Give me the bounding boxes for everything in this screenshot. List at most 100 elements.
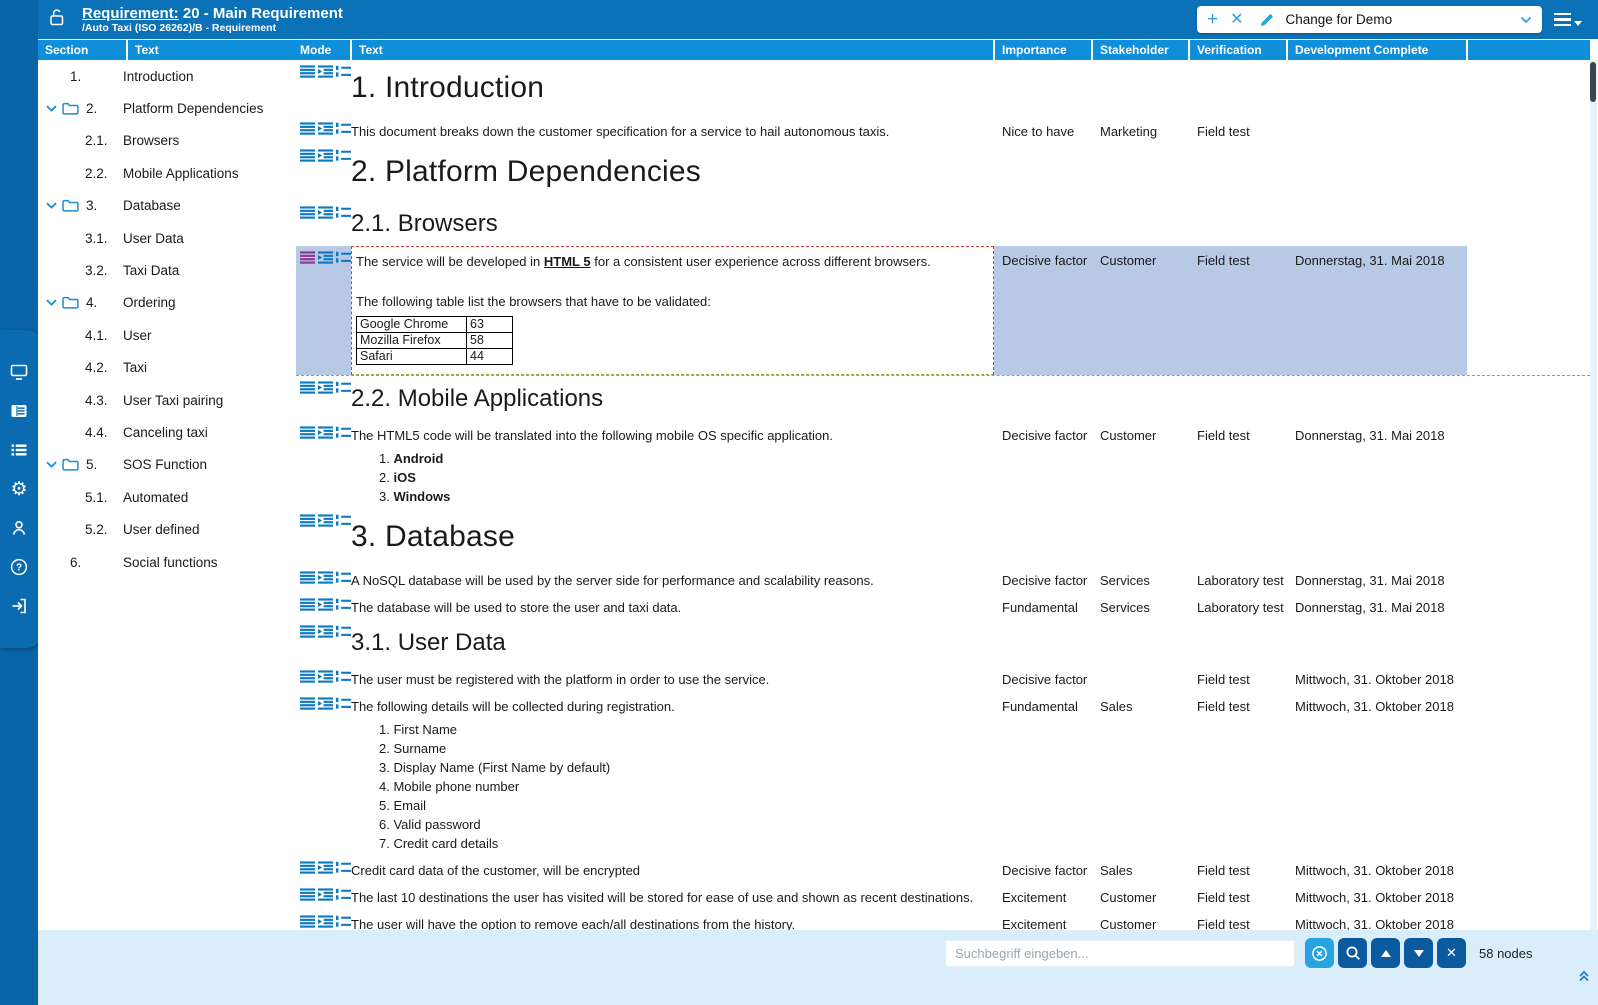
requirement-text-cell[interactable]: 1. Introduction <box>351 60 994 117</box>
development-complete-cell[interactable]: Mittwoch, 31. Oktober 2018 <box>1287 910 1467 930</box>
table-row[interactable]: 2. Platform Dependencies <box>296 144 1590 201</box>
mode-justify-icon[interactable] <box>300 915 315 928</box>
stakeholder-cell[interactable]: Customer <box>1092 421 1189 509</box>
mode-numbered-list-icon[interactable] <box>336 206 351 219</box>
gear-icon[interactable]: ⚙ <box>9 479 29 499</box>
collapse-footer-button[interactable] <box>1577 968 1591 982</box>
mode-indent-icon[interactable] <box>318 888 333 901</box>
importance-cell[interactable] <box>994 60 1092 117</box>
requirement-text-cell[interactable]: Credit card data of the customer, will b… <box>351 856 994 883</box>
requirement-text-cell[interactable]: The following details will be collected … <box>351 692 994 856</box>
mode-indent-icon[interactable] <box>318 514 333 527</box>
stakeholder-cell[interactable]: Customer <box>1092 883 1189 910</box>
tree-row[interactable]: 4.1. User <box>38 319 288 351</box>
stakeholder-cell[interactable]: Customer <box>1092 910 1189 930</box>
requirement-text-cell[interactable]: The user must be registered with the pla… <box>351 665 994 692</box>
importance-cell[interactable] <box>994 144 1092 201</box>
tree-row[interactable]: 2.2. Mobile Applications <box>38 157 288 189</box>
tree-row[interactable]: 4.4. Canceling taxi <box>38 416 288 448</box>
importance-cell[interactable]: Fundamental <box>994 593 1092 620</box>
mode-numbered-list-icon[interactable] <box>336 571 351 584</box>
verification-cell[interactable]: Field test <box>1189 117 1287 144</box>
mode-justify-icon[interactable] <box>300 65 315 78</box>
tree-row[interactable]: 1. Introduction <box>38 60 288 92</box>
development-complete-cell[interactable]: Mittwoch, 31. Oktober 2018 <box>1287 665 1467 692</box>
tree-row[interactable]: 2.1. Browsers <box>38 125 288 157</box>
user-icon[interactable] <box>9 518 29 538</box>
mode-numbered-list-icon[interactable] <box>336 915 351 928</box>
verification-cell[interactable] <box>1189 144 1287 201</box>
mode-justify-icon[interactable] <box>300 149 315 162</box>
search-button[interactable] <box>1338 938 1367 968</box>
mode-numbered-list-icon[interactable] <box>336 122 351 135</box>
remove-baseline-button[interactable]: ✕ <box>1230 12 1243 28</box>
importance-cell[interactable] <box>994 201 1092 246</box>
chevron-down-icon[interactable] <box>46 299 57 306</box>
mode-indent-icon[interactable] <box>318 149 333 162</box>
requirement-text-cell[interactable]: 3. Database <box>351 509 994 566</box>
main-scrollbar[interactable] <box>1589 60 1597 930</box>
importance-cell[interactable]: Excitement <box>994 910 1092 930</box>
tree-row[interactable]: 5.2. User defined <box>38 513 288 545</box>
requirement-text-cell[interactable]: The user will have the option to remove … <box>351 910 994 930</box>
requirement-text-cell[interactable]: 2. Platform Dependencies <box>351 144 994 201</box>
verification-cell[interactable]: Field test <box>1189 910 1287 930</box>
development-complete-cell[interactable] <box>1287 60 1467 117</box>
mode-indent-icon[interactable] <box>318 571 333 584</box>
close-search-button[interactable]: ✕ <box>1437 938 1466 968</box>
development-complete-cell[interactable]: Donnerstag, 31. Mai 2018 <box>1287 246 1467 375</box>
mode-numbered-list-icon[interactable] <box>336 670 351 683</box>
mode-justify-icon[interactable] <box>300 697 315 710</box>
table-row[interactable]: The user must be registered with the pla… <box>296 665 1590 692</box>
mode-indent-icon[interactable] <box>318 697 333 710</box>
table-row[interactable]: The last 10 destinations the user has vi… <box>296 883 1590 910</box>
requirement-text-cell[interactable]: 2.2. Mobile Applications <box>351 376 994 421</box>
mode-numbered-list-icon[interactable] <box>336 149 351 162</box>
mode-justify-icon[interactable] <box>300 670 315 683</box>
monitor-icon[interactable] <box>9 362 29 382</box>
mode-numbered-list-icon[interactable] <box>336 625 351 638</box>
mode-indent-icon[interactable] <box>318 206 333 219</box>
mode-indent-icon[interactable] <box>318 381 333 394</box>
importance-cell[interactable]: Decisive factor <box>994 566 1092 593</box>
mode-justify-icon[interactable] <box>300 888 315 901</box>
stakeholder-cell[interactable]: Services <box>1092 593 1189 620</box>
mode-justify-icon[interactable] <box>300 571 315 584</box>
tree-row[interactable]: 4.2. Taxi <box>38 352 288 384</box>
mode-justify-icon[interactable] <box>300 625 315 638</box>
list-icon[interactable] <box>9 440 29 460</box>
development-complete-cell[interactable]: Mittwoch, 31. Oktober 2018 <box>1287 692 1467 856</box>
tree-row[interactable]: 5. SOS Function <box>38 449 288 481</box>
mode-numbered-list-icon[interactable] <box>336 697 351 710</box>
document-reader-icon[interactable] <box>9 401 29 421</box>
lock-icon[interactable] <box>47 7 66 33</box>
mode-numbered-list-icon[interactable] <box>336 426 351 439</box>
main-scrollbar-thumb[interactable] <box>1590 62 1596 102</box>
mode-numbered-list-icon[interactable] <box>336 251 351 264</box>
requirement-text-cell[interactable]: A NoSQL database will be used by the ser… <box>351 566 994 593</box>
stakeholder-cell[interactable] <box>1092 144 1189 201</box>
stakeholder-cell[interactable]: Sales <box>1092 856 1189 883</box>
table-row[interactable]: 3.1. User Data <box>296 620 1590 665</box>
verification-cell[interactable]: Field test <box>1189 246 1287 375</box>
stakeholder-cell[interactable] <box>1092 620 1189 665</box>
tree-row[interactable]: 5.1. Automated <box>38 481 288 513</box>
tree-row[interactable]: 6. Social functions <box>38 546 288 578</box>
development-complete-cell[interactable] <box>1287 117 1467 144</box>
stakeholder-cell[interactable] <box>1092 665 1189 692</box>
verification-cell[interactable] <box>1189 60 1287 117</box>
verification-cell[interactable]: Field test <box>1189 883 1287 910</box>
development-complete-cell[interactable] <box>1287 620 1467 665</box>
verification-cell[interactable]: Field test <box>1189 665 1287 692</box>
baseline-select[interactable]: + ✕ Change for Demo <box>1197 6 1542 33</box>
table-row[interactable]: 3. Database <box>296 509 1590 566</box>
table-row[interactable]: A NoSQL database will be used by the ser… <box>296 566 1590 593</box>
development-complete-cell[interactable]: Mittwoch, 31. Oktober 2018 <box>1287 883 1467 910</box>
chevron-down-icon[interactable] <box>46 202 57 209</box>
table-row[interactable]: 2.1. Browsers <box>296 201 1590 246</box>
development-complete-cell[interactable] <box>1287 376 1467 421</box>
mode-justify-icon[interactable] <box>300 861 315 874</box>
stakeholder-cell[interactable] <box>1092 376 1189 421</box>
mode-justify-icon[interactable] <box>300 122 315 135</box>
development-complete-cell[interactable] <box>1287 201 1467 246</box>
